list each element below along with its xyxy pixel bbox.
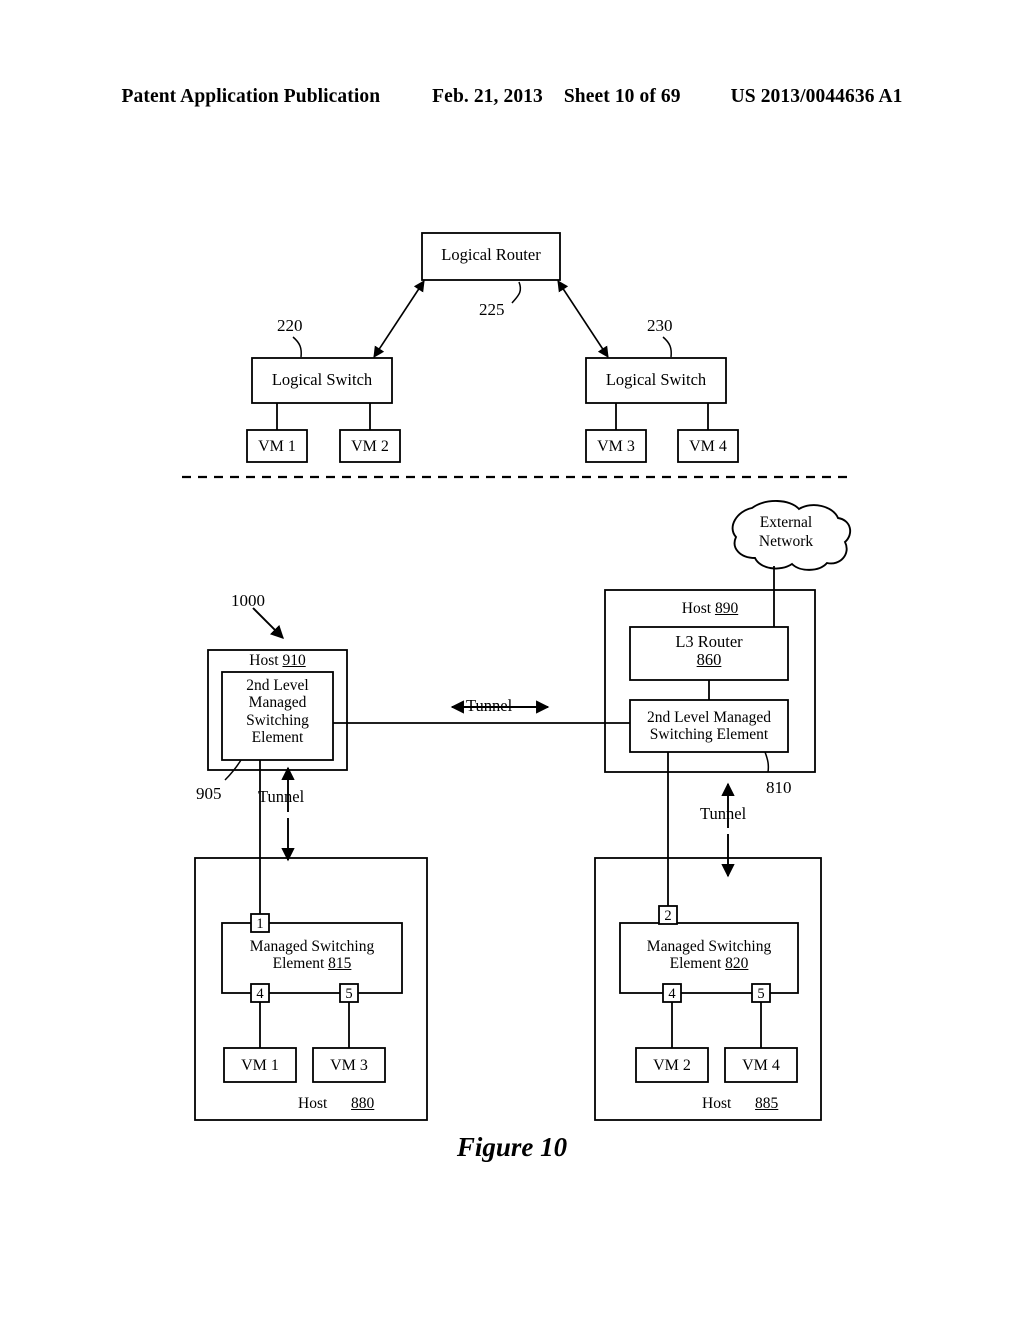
host-880-box	[194, 857, 428, 1121]
host-910-mse-line3: Switching	[246, 711, 309, 729]
host-890-mse-line2: Switching Element	[649, 726, 769, 744]
mse-815-line2: Element 815	[222, 955, 402, 972]
router-right-switch-link	[557, 280, 609, 358]
host880-vm1-label: VM 1	[241, 1057, 279, 1074]
ref-810: 810	[766, 778, 792, 797]
external-network-line2: Network	[758, 533, 814, 551]
port-5-label-885: 5	[757, 986, 765, 1002]
leader-220	[292, 336, 302, 358]
mse-820-line2-word: Element	[669, 955, 722, 973]
logical-switch-right-label: Logical Switch	[605, 370, 707, 389]
horizontal-tunnel-label: Tunnel	[466, 696, 513, 715]
host-885-title: Host 885	[702, 1095, 778, 1112]
port-5-label-880: 5	[345, 986, 353, 1002]
external-network-line1: External	[759, 514, 813, 531]
host-890-title-word: Host	[681, 600, 712, 617]
left-tunnel-label: Tunnel	[258, 787, 305, 806]
host-910-title-word: Host	[249, 652, 279, 669]
mse-815-line2-word: Element	[272, 955, 325, 973]
host-890-title-ref: 890	[714, 600, 739, 617]
port-2-label: 2	[664, 908, 672, 924]
host885-vm2-label: VM 2	[653, 1057, 691, 1074]
ref-230: 230	[647, 316, 673, 335]
logical-switch-left-label: Logical Switch	[271, 370, 373, 389]
mse-820-line2: Element 820	[620, 955, 798, 972]
leader-230	[662, 336, 672, 358]
mse-815-line1: Managed Switching	[249, 938, 375, 955]
host-880-title-ref: 880	[351, 1095, 375, 1112]
l3-router-ref: 860	[696, 650, 722, 670]
logical-vm4-label: VM 4	[689, 438, 727, 455]
host885-vm4-label: VM 4	[742, 1057, 780, 1074]
figure-drawing	[182, 232, 852, 1121]
mse-820-ref: 820	[725, 955, 749, 973]
logical-vm1-label: VM 1	[258, 438, 296, 455]
l3-router-label: L3 Router 860	[630, 632, 788, 670]
patent-page: Patent Application Publication Feb. 21, …	[0, 0, 1024, 1320]
ref-905: 905	[196, 784, 222, 803]
port-4-label-880: 4	[256, 986, 264, 1002]
ref-1000: 1000	[231, 591, 265, 610]
ref-225: 225	[479, 300, 505, 319]
port-4-label-885: 4	[668, 986, 676, 1002]
host-910-mse-line4: Element	[251, 729, 304, 747]
logical-vm2-label: VM 2	[351, 438, 389, 455]
mse-820-label: Managed Switching Element 820	[620, 938, 798, 973]
host-890-mse-label: 2nd Level Managed Switching Element	[630, 709, 788, 744]
host-910-title: Host 910	[208, 652, 347, 669]
host-885-title-ref: 885	[755, 1095, 779, 1112]
leader-810	[764, 751, 770, 773]
host-890-mse-line1: 2nd Level Managed	[647, 709, 771, 726]
leader-225	[511, 281, 522, 304]
host-880-title-word: Host	[298, 1095, 328, 1112]
logical-router-label: Logical Router	[441, 245, 541, 264]
mse-820-line1: Managed Switching	[646, 938, 772, 955]
external-network-label: External Network	[730, 513, 842, 552]
host-910-mse-line1: 2nd Level	[246, 677, 309, 694]
router-left-switch-link	[373, 280, 425, 358]
host-880-title: Host 880	[298, 1095, 374, 1112]
host-885-title-word: Host	[702, 1095, 732, 1112]
host-890-title: Host 890	[605, 600, 815, 617]
mse-815-ref: 815	[328, 955, 352, 973]
right-tunnel-label: Tunnel	[700, 804, 747, 823]
host-910-mse-line2: Managed	[248, 694, 307, 712]
logical-vm3-label: VM 3	[597, 438, 635, 455]
ref-220: 220	[277, 316, 303, 335]
host-910-title-ref: 910	[282, 652, 306, 669]
mse-815-label: Managed Switching Element 815	[222, 938, 402, 973]
port-1-label: 1	[256, 916, 264, 932]
figure-caption: Figure 10	[456, 1132, 568, 1162]
l3-router-name: L3 Router	[675, 632, 743, 651]
ref-1000-arrow	[252, 607, 284, 639]
host880-vm3-label: VM 3	[330, 1057, 368, 1074]
host-910-mse-label: 2nd Level Managed Switching Element	[222, 677, 333, 746]
